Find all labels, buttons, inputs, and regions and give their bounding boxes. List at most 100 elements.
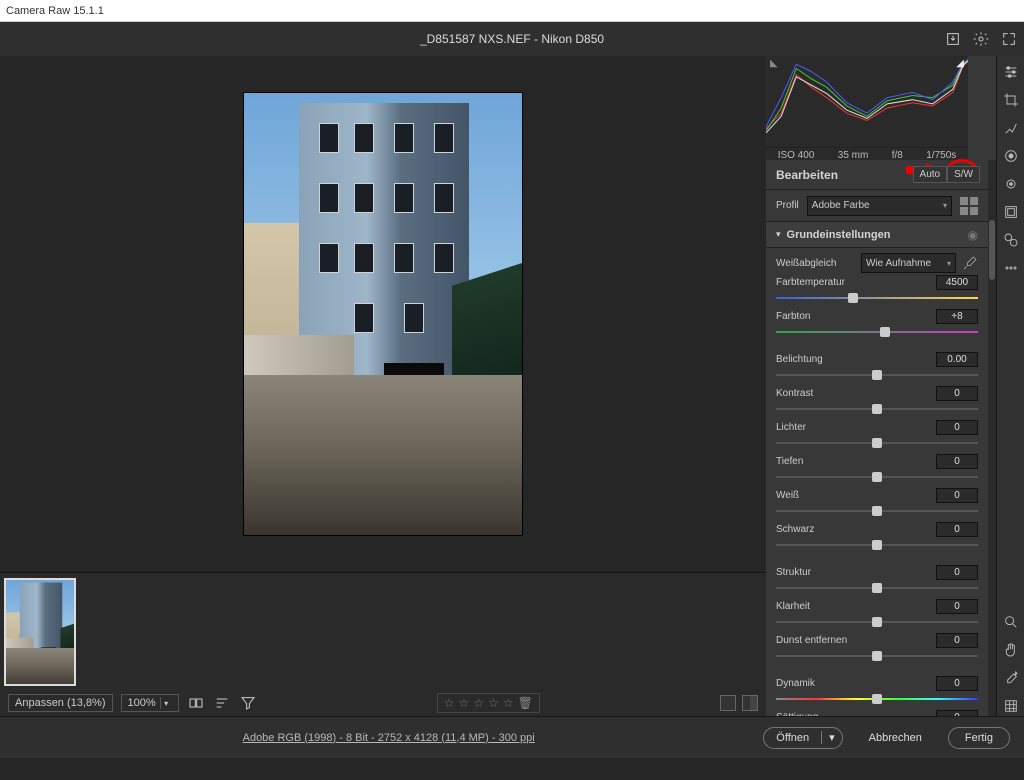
rating-stars[interactable]: ☆☆☆☆☆ 🗑 <box>437 693 540 713</box>
clarity-slider[interactable] <box>776 616 978 628</box>
snapshots-icon[interactable] <box>1001 202 1021 222</box>
star-icon: ☆ <box>459 696 470 710</box>
save-image-icon[interactable] <box>944 30 962 48</box>
star-icon: ☆ <box>503 696 514 710</box>
vibrance-value[interactable]: 0 <box>936 676 978 691</box>
file-title: _D851587 NXS.NEF - Nikon D850 <box>420 32 604 46</box>
mask-icon[interactable] <box>1001 146 1021 166</box>
app-header: _D851587 NXS.NEF - Nikon D850 <box>0 22 1024 56</box>
color-sampler-icon[interactable] <box>1001 668 1021 688</box>
view-split-icon[interactable] <box>742 695 758 711</box>
image-canvas[interactable] <box>0 56 766 572</box>
clarity-label: Klarheit <box>776 601 936 612</box>
done-button[interactable]: Fertig <box>948 727 1010 749</box>
profile-browser-icon[interactable] <box>960 197 978 215</box>
tint-slider[interactable] <box>776 326 978 338</box>
os-titlebar: Camera Raw 15.1.1 <box>0 0 1024 22</box>
zoom-tool-icon[interactable] <box>1001 612 1021 632</box>
saturation-value[interactable]: 0 <box>936 710 978 717</box>
whites-label: Weiß <box>776 490 936 501</box>
trash-icon: 🗑 <box>518 696 533 710</box>
exposure-slider[interactable] <box>776 369 978 381</box>
edit-panel-header: Bearbeiten Auto S/W <box>766 160 988 190</box>
highlights-label: Lichter <box>776 422 936 433</box>
footer-bar: Adobe RGB (1998) - 8 Bit - 2752 x 4128 (… <box>0 716 1024 758</box>
temp-label: Farbtemperatur <box>776 277 936 288</box>
basic-section-label: Grundeinstellungen <box>787 229 891 241</box>
saturation-label: Sättigung <box>776 712 936 717</box>
app-title: Camera Raw 15.1.1 <box>6 5 104 17</box>
hand-tool-icon[interactable] <box>1001 640 1021 660</box>
tint-value[interactable]: +8 <box>936 309 978 324</box>
edit-panel: ◣ ◢ ISO 400 35 mm f/8 1/750s <box>766 56 996 716</box>
highlights-slider[interactable] <box>776 437 978 449</box>
shadows-label: Tiefen <box>776 456 936 467</box>
panel-scrollbar[interactable] <box>988 160 996 716</box>
dehaze-slider[interactable] <box>776 650 978 662</box>
redeye-icon[interactable] <box>1001 174 1021 194</box>
exposure-value[interactable]: 0.00 <box>936 352 978 367</box>
clip-shadow-icon[interactable]: ◣ <box>770 58 778 69</box>
temp-value[interactable]: 4500 <box>936 275 978 290</box>
contrast-value[interactable]: 0 <box>936 386 978 401</box>
bw-button[interactable]: S/W <box>947 166 980 183</box>
shadows-slider[interactable] <box>776 471 978 483</box>
filmstrip-toolbar: Anpassen (13,8%) 100%▾ ☆☆☆☆☆ 🗑 <box>0 690 766 716</box>
view-single-icon[interactable] <box>720 695 736 711</box>
preferences-gear-icon[interactable] <box>972 30 990 48</box>
filter-funnel-icon[interactable] <box>239 694 257 712</box>
clarity-value[interactable]: 0 <box>936 599 978 614</box>
auto-button[interactable]: Auto <box>913 166 948 183</box>
wb-select[interactable]: Wie Aufnahme <box>861 253 956 273</box>
zoom-100-button[interactable]: 100%▾ <box>121 694 179 712</box>
highlights-value[interactable]: 0 <box>936 420 978 435</box>
preview-image <box>243 92 523 536</box>
more-icon[interactable] <box>1001 258 1021 278</box>
texture-slider[interactable] <box>776 582 978 594</box>
histogram[interactable]: ◣ ◢ ISO 400 35 mm f/8 1/750s <box>766 56 968 160</box>
fullscreen-icon[interactable] <box>1000 30 1018 48</box>
clip-highlight-icon[interactable]: ◢ <box>956 58 964 69</box>
star-icon: ☆ <box>488 696 499 710</box>
contrast-slider[interactable] <box>776 403 978 415</box>
exposure-label: Belichtung <box>776 354 936 365</box>
tint-label: Farbton <box>776 311 936 322</box>
star-icon: ☆ <box>444 696 455 710</box>
shadows-value[interactable]: 0 <box>936 454 978 469</box>
profile-select[interactable]: Adobe Farbe <box>807 196 952 216</box>
whites-value[interactable]: 0 <box>936 488 978 503</box>
blacks-value[interactable]: 0 <box>936 522 978 537</box>
open-button[interactable]: Öffnen▾ <box>763 727 842 749</box>
temp-slider[interactable] <box>776 292 978 304</box>
basic-section-header[interactable]: ▾ Grundeinstellungen ◉ <box>766 222 988 248</box>
cancel-button[interactable]: Abbrechen <box>853 727 938 749</box>
star-icon: ☆ <box>473 696 484 710</box>
presets-icon[interactable] <box>1001 230 1021 250</box>
fit-zoom-button[interactable]: Anpassen (13,8%) <box>8 694 113 712</box>
contrast-label: Kontrast <box>776 388 936 399</box>
filmstrip <box>0 572 766 690</box>
dehaze-label: Dunst entfernen <box>776 635 936 646</box>
blacks-label: Schwarz <box>776 524 936 535</box>
tool-rail <box>996 56 1024 716</box>
wb-label: Weißabgleich <box>776 258 861 269</box>
texture-value[interactable]: 0 <box>936 565 978 580</box>
blacks-slider[interactable] <box>776 539 978 551</box>
edit-label: Bearbeiten <box>776 168 838 182</box>
vibrance-label: Dynamik <box>776 678 936 689</box>
profile-label: Profil <box>776 200 799 211</box>
filmstrip-thumb[interactable] <box>4 578 76 686</box>
grid-toggle-icon[interactable] <box>1001 696 1021 716</box>
whites-slider[interactable] <box>776 505 978 517</box>
vibrance-slider[interactable] <box>776 693 978 705</box>
healing-brush-icon[interactable] <box>1001 118 1021 138</box>
dehaze-value[interactable]: 0 <box>936 633 978 648</box>
workflow-options-link[interactable]: Adobe RGB (1998) - 8 Bit - 2752 x 4128 (… <box>14 732 763 744</box>
visibility-eye-icon[interactable]: ◉ <box>968 228 978 242</box>
sort-icon[interactable] <box>213 694 231 712</box>
texture-label: Struktur <box>776 567 936 578</box>
eyedropper-icon[interactable] <box>962 255 978 271</box>
compare-icon[interactable] <box>187 694 205 712</box>
edit-sliders-icon[interactable] <box>1001 62 1021 82</box>
crop-icon[interactable] <box>1001 90 1021 110</box>
